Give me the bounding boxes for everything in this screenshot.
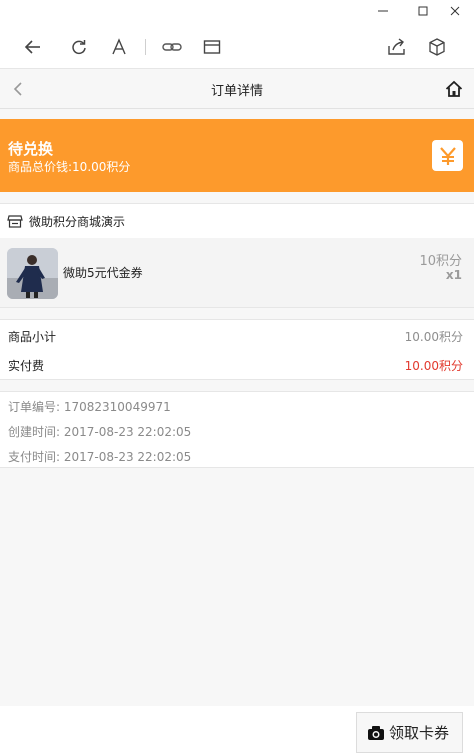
page-header: 订单详情 — [0, 69, 474, 109]
product-image — [7, 248, 58, 299]
toolbar-divider — [145, 39, 146, 55]
maximize-button[interactable] — [408, 0, 438, 22]
home-icon — [445, 80, 463, 97]
paid-time: 支付时间: 2017-08-23 22:02:05 — [8, 450, 192, 464]
product-name: 微助5元代金券 — [63, 266, 143, 280]
refresh-icon — [72, 40, 86, 55]
created-time: 创建时间: 2017-08-23 22:02:05 — [8, 425, 192, 439]
maximize-icon — [418, 6, 428, 16]
store-icon — [7, 215, 23, 228]
link-icon — [162, 43, 182, 51]
product-quantity: x1 — [445, 268, 462, 282]
order-number: 订单编号: 17082310049971 — [8, 400, 171, 414]
share-icon — [388, 38, 405, 55]
cube-icon — [429, 38, 445, 56]
window-titlebar — [0, 0, 474, 24]
yen-icon — [432, 140, 463, 171]
home-button[interactable] — [442, 77, 466, 101]
copy-link-button[interactable] — [159, 34, 185, 60]
paid-value: 10.00积分 — [404, 359, 463, 373]
close-button[interactable] — [440, 0, 470, 22]
subtotal-label: 商品小计 — [8, 330, 57, 344]
minimize-button[interactable] — [368, 0, 398, 22]
subtotal-row: 商品小计 10.00积分 — [0, 322, 474, 350]
paid-row: 实付费 10.00积分 — [0, 351, 474, 379]
order-info: 订单编号: 17082310049971 创建时间: 2017-08-23 22… — [0, 391, 474, 468]
order-status-banner: 待兑换 商品总价钱:10.00积分 — [0, 119, 474, 192]
box-button[interactable] — [424, 34, 450, 60]
share-button[interactable] — [384, 34, 410, 60]
font-icon — [112, 38, 126, 55]
product-price: 10积分 — [419, 254, 462, 269]
arrow-left-icon — [24, 40, 40, 54]
back-button[interactable] — [20, 34, 46, 60]
camera-icon — [368, 725, 384, 740]
shop-name: 微助积分商城演示 — [29, 215, 126, 229]
text-size-button[interactable] — [106, 34, 132, 60]
status-title: 待兑换 — [8, 140, 54, 158]
shop-header[interactable]: 微助积分商城演示 — [0, 203, 474, 238]
product-item[interactable]: 微助5元代金券 10积分 x1 — [0, 238, 474, 308]
window-icon — [203, 40, 221, 54]
refresh-button[interactable] — [66, 34, 92, 60]
status-total: 商品总价钱:10.00积分 — [8, 160, 131, 174]
subtotal-value: 10.00积分 — [404, 330, 463, 344]
paid-label: 实付费 — [8, 359, 45, 373]
minimize-icon — [378, 10, 388, 12]
browser-toolbar — [0, 24, 474, 69]
claim-coupon-button[interactable]: 领取卡券 — [356, 712, 463, 753]
card-view-button[interactable] — [199, 34, 225, 60]
order-totals: 商品小计 10.00积分 实付费 10.00积分 — [0, 319, 474, 380]
page-title: 订单详情 — [210, 84, 263, 99]
bottom-bar: 领取卡券 — [0, 706, 474, 754]
claim-coupon-label: 领取卡券 — [389, 724, 450, 742]
close-icon — [450, 6, 460, 16]
